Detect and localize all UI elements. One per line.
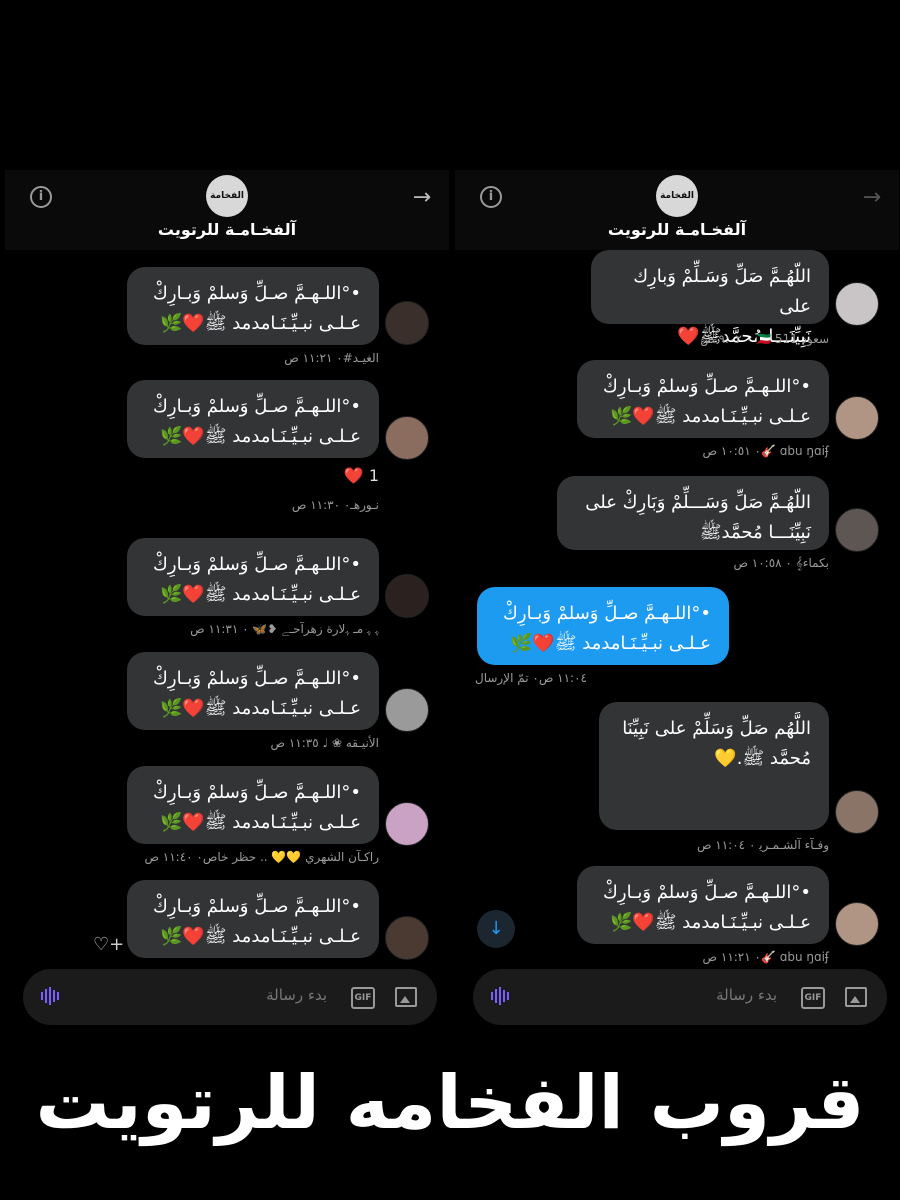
message-meta: راكـآن الشهري 💛💛 .. حظر خاص٠ ١١:٤٠ ص <box>144 850 379 864</box>
message-bubble[interactable]: اللّهُـمَّ صَلِّ وَسَـــلِّمْ وَبَارِكْ … <box>557 476 829 550</box>
avatar[interactable] <box>385 688 429 732</box>
message-composer[interactable]: بدء رسالة GIF <box>473 969 887 1025</box>
avatar[interactable] <box>385 916 429 960</box>
message-bubble[interactable]: •°اللـهـمَّ صـلِّ وَسلمْ وَبـارِكْ عـلـى… <box>127 766 379 844</box>
arrow-right-icon[interactable]: → <box>860 186 884 210</box>
message-bubble[interactable]: •°اللـهـمَّ صـلِّ وَسلمْ وَبـارِكْ عـلـى… <box>577 360 829 438</box>
left-chat-panel: i الفخامة آلفخـامـة للرتويت → •°اللـهـمَ… <box>5 170 449 1040</box>
sent-message-bubble[interactable]: •°اللـهـمَّ صـلِّ وَسلمْ وَبـارِكْ عـلـى… <box>477 587 729 665</box>
message-list: •°اللـهـمَّ صـلِّ وَسلمْ وَبـارِكْ عـلـى… <box>5 250 449 960</box>
avatar[interactable] <box>835 508 879 552</box>
group-avatar[interactable]: الفخامة <box>656 175 698 217</box>
message-bubble[interactable]: •°اللـهـمَّ صـلِّ وَسلمْ وَبـارِكْ عـلـى… <box>577 866 829 944</box>
group-title[interactable]: آلفخـامـة للرتويت <box>455 220 899 239</box>
voice-message-icon[interactable] <box>491 985 515 1009</box>
message-bubble[interactable]: اللّهُـمَّ صَلِّ وَسَـلِّمْ وَبارِك على … <box>591 250 829 347</box>
message-input[interactable]: بدء رسالة <box>716 986 777 1004</box>
message-input[interactable]: بدء رسالة <box>266 986 327 1004</box>
message-meta: سعود 511 🇰🇼 ٠ ٩:٠٢ ص <box>700 332 829 346</box>
info-icon[interactable]: i <box>30 186 52 208</box>
message-bubble[interactable]: اللَّهُم صَلِّ وَسَلِّمْ على نَبِيِّنَا … <box>599 702 829 830</box>
group-avatar[interactable]: الفخامة <box>206 175 248 217</box>
heart-plus-icon[interactable]: ♡+ <box>93 934 124 955</box>
message-composer[interactable]: بدء رسالة GIF <box>23 969 437 1025</box>
reaction-badge[interactable]: ❤️ 1 <box>344 466 379 485</box>
message-meta: ɑbu ŋɑiʄ 🎸٠ ١١:٢١ ص <box>702 950 829 964</box>
message-meta: ﮩ ﮩ مـ ﮩلارة زهرآحـﮯ ❥🦋 ٠ ١١:٣١ ص <box>190 622 379 636</box>
message-meta: الأنيـقه ❀ ♩ ١١:٣٥ ص <box>270 736 379 750</box>
message-bubble[interactable]: •°اللـهـمَّ صـلِّ وَسلمْ وَبـارِكْ عـلـى… <box>127 538 379 616</box>
avatar[interactable] <box>835 396 879 440</box>
message-bubble[interactable]: •°اللـهـمَّ صـلِّ وَسلمْ وَبـارِكْ عـلـى… <box>127 380 379 458</box>
image-icon[interactable] <box>845 987 867 1007</box>
avatar[interactable] <box>835 902 879 946</box>
avatar[interactable] <box>385 802 429 846</box>
scroll-down-button[interactable]: ↓ <box>477 910 515 948</box>
avatar[interactable] <box>385 301 429 345</box>
message-bubble[interactable]: •°اللـهـمَّ صـلِّ وَسلمْ وَبـارِكْ عـلـى… <box>127 267 379 345</box>
message-list: اللّهُـمَّ صَلِّ وَسَـلِّمْ وَبارِك على … <box>455 250 899 964</box>
message-meta: الغيـد#٠ ١١:٢١ ص <box>284 351 379 365</box>
group-title[interactable]: آلفخـامـة للرتويت <box>5 220 449 239</box>
info-icon[interactable]: i <box>480 186 502 208</box>
gif-icon[interactable]: GIF <box>351 987 375 1009</box>
message-meta: نـورهـ٠ ١١:٣٠ ص <box>291 498 379 512</box>
message-bubble[interactable]: •°اللـهـمَّ صـلِّ وَسلمْ وَبـارِكْ عـلـى… <box>127 652 379 730</box>
chat-header: i الفخامة آلفخـامـة للرتويت → <box>5 170 449 250</box>
message-meta: وفـآء آلشـمـرﯾ ٠ ١١:٠٤ ص <box>696 838 829 852</box>
message-bubble[interactable]: •°اللـهـمَّ صـلِّ وَسلمْ وَبـارِكْ عـلـى… <box>127 880 379 958</box>
message-meta: ١١:٠٤ ص٠ تمّ الإرسال <box>475 671 587 685</box>
right-chat-panel: i الفخامة آلفخـامـة للرتويت → اللّهُـمَّ… <box>455 170 899 1040</box>
message-meta: بكماء𝄞 ٠ ١٠:٥٨ ص <box>733 556 829 570</box>
chat-header: i الفخامة آلفخـامـة للرتويت → <box>455 170 899 250</box>
footer-title: قروب الفخامه للرتويت <box>35 1060 865 1146</box>
avatar[interactable] <box>385 574 429 618</box>
voice-message-icon[interactable] <box>41 985 65 1009</box>
avatar[interactable] <box>835 282 879 326</box>
arrow-right-icon[interactable]: → <box>410 186 434 210</box>
gif-icon[interactable]: GIF <box>801 987 825 1009</box>
image-icon[interactable] <box>395 987 417 1007</box>
avatar[interactable] <box>835 790 879 834</box>
avatar[interactable] <box>385 416 429 460</box>
message-meta: ɑbu ŋɑiʄ 🎸٠ ١٠:٥١ ص <box>702 444 829 458</box>
